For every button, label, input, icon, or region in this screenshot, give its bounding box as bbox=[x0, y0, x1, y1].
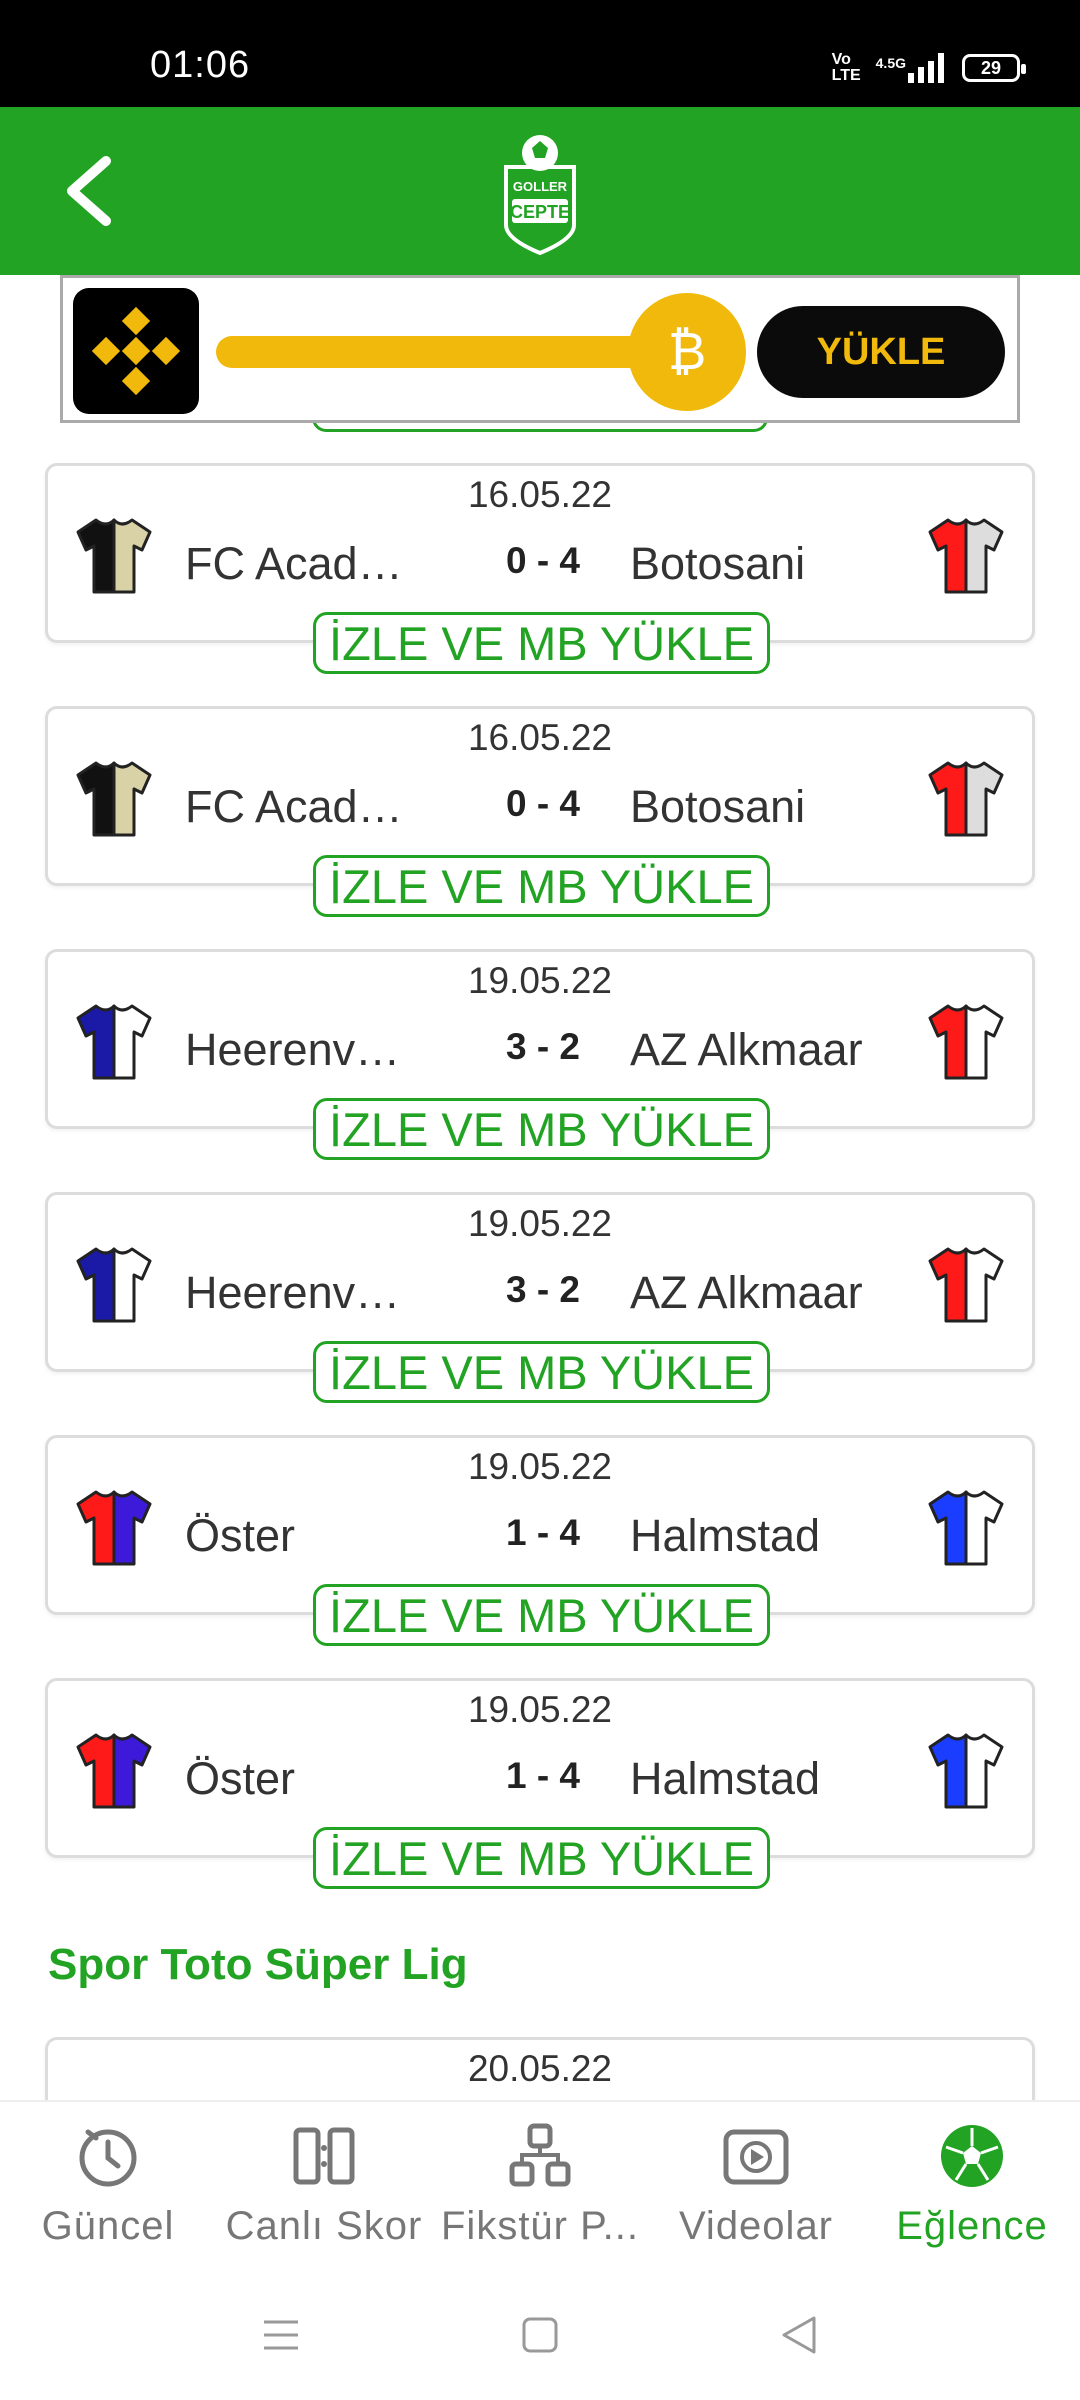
home-team-jersey-icon bbox=[76, 1490, 152, 1566]
away-team-jersey-icon bbox=[928, 1733, 1004, 1809]
match-score: 3 - 2 bbox=[505, 1026, 581, 1067]
match-date: 16.05.22 bbox=[467, 474, 613, 515]
live-score-icon bbox=[293, 2127, 355, 2185]
status-indicators: Vo LTE 4.5G 29 bbox=[831, 51, 1026, 84]
watch-and-download-button[interactable]: İZLE VE MB YÜKLE bbox=[313, 1584, 770, 1646]
home-team-jersey-icon bbox=[76, 761, 152, 837]
back-triangle-icon[interactable] bbox=[776, 2312, 822, 2358]
signal-icon bbox=[908, 53, 944, 83]
match-card[interactable]: 19.05.22 Heerenveen 3 - 2 AZ Alkmaar İZLE VE… bbox=[45, 1192, 1035, 1403]
bitcoin-icon: ₿ bbox=[628, 293, 746, 411]
clock-icon bbox=[79, 2129, 137, 2187]
match-card[interactable]: 19.05.22 Öster 1 - 4 Halmstad İZLE VE MB YÜK… bbox=[45, 1435, 1035, 1646]
goller-cepte-logo: GOLLER CEPTE bbox=[504, 135, 576, 256]
home-team-jersey-icon bbox=[76, 518, 152, 594]
away-team-name: AZ Alkmaar bbox=[630, 1267, 863, 1318]
match-score: 3 - 2 bbox=[505, 1269, 581, 1310]
match-date: 19.05.22 bbox=[467, 1689, 613, 1730]
logo-text-bottom: CEPTE bbox=[510, 202, 570, 222]
away-team-jersey-icon bbox=[928, 518, 1004, 594]
home-team-jersey-icon bbox=[76, 1733, 152, 1809]
ad-progress-track bbox=[216, 336, 696, 368]
svg-text:₿: ₿ bbox=[668, 322, 707, 382]
nav-item-videolar[interactable]: Videolar bbox=[648, 2122, 864, 2262]
league-section-title: Spor Toto Süper Lig bbox=[48, 1940, 468, 1989]
fixture-icon bbox=[509, 2123, 571, 2187]
app-bar: GOLLER CEPTE bbox=[0, 107, 1080, 275]
match-date: 19.05.22 bbox=[467, 1446, 613, 1487]
away-team-name: AZ Alkmaar bbox=[630, 1024, 863, 1075]
away-team-name: Botosani bbox=[630, 538, 806, 589]
nav-item-guncel[interactable]: Güncel bbox=[0, 2122, 216, 2262]
match-card[interactable]: 16.05.22 FC Academia Clinceni 0 - 4 Botosan… bbox=[45, 706, 1035, 917]
home-team-name: FC Academia Clinceni bbox=[185, 538, 425, 589]
match-score: 0 - 4 bbox=[505, 540, 581, 581]
away-team-name: Halmstad bbox=[630, 1753, 821, 1804]
match-date: 19.05.22 bbox=[467, 1203, 613, 1244]
home-icon[interactable] bbox=[517, 2312, 563, 2358]
home-team-name: Heerenveen bbox=[185, 1024, 425, 1075]
status-time: 01:06 bbox=[150, 44, 251, 86]
home-team-name: Öster bbox=[185, 1510, 296, 1561]
match-date: 19.05.22 bbox=[467, 960, 613, 1001]
home-team-name: Öster bbox=[185, 1753, 296, 1804]
battery-icon: 29 bbox=[962, 54, 1026, 82]
away-team-name: Halmstad bbox=[630, 1510, 821, 1561]
home-team-jersey-icon bbox=[76, 1247, 152, 1323]
match-card[interactable]: 19.05.22 Heerenveen 3 - 2 AZ Alkmaar İZLE VE… bbox=[45, 949, 1035, 1160]
match-card[interactable]: 19.05.22 Öster 1 - 4 Halmstad İZLE VE MB YÜK… bbox=[45, 1678, 1035, 1889]
away-team-jersey-icon bbox=[928, 1490, 1004, 1566]
back-arrow-icon[interactable] bbox=[56, 153, 126, 229]
nav-item-eglence[interactable]: Eğlence bbox=[864, 2122, 1080, 2262]
nav-label: Eğlence bbox=[896, 2204, 1048, 2248]
nav-label: Canlı Skor bbox=[225, 2204, 423, 2248]
away-team-jersey-icon bbox=[928, 1247, 1004, 1323]
match-score: 1 - 4 bbox=[505, 1755, 581, 1796]
status-bar: 01:06 Vo LTE 4.5G 29 bbox=[0, 0, 1080, 107]
menu-icon[interactable] bbox=[258, 2312, 304, 2358]
ad-banner[interactable]: ₿ YÜKLE bbox=[60, 275, 1020, 423]
nav-label: Videolar bbox=[678, 2204, 834, 2248]
watch-and-download-button[interactable]: İZLE VE MB YÜKLE bbox=[313, 612, 770, 674]
watch-and-download-button[interactable]: İZLE VE MB YÜKLE bbox=[313, 855, 770, 917]
watch-and-download-button[interactable]: İZLE VE MB YÜKLE bbox=[313, 1341, 770, 1403]
network-type: 4.5G bbox=[875, 55, 906, 71]
ad-install-button[interactable]: YÜKLE bbox=[757, 306, 1005, 398]
binance-logo-icon bbox=[73, 288, 199, 414]
match-date: 16.05.22 bbox=[467, 717, 613, 758]
match-card[interactable]: 16.05.22 FC Academia Clinceni 0 - 4 Botosan… bbox=[45, 463, 1035, 674]
away-team-name: Botosani bbox=[630, 781, 806, 832]
nav-label: Fikstür P... bbox=[441, 2204, 639, 2248]
bottom-navigation: Güncel Canlı Skor Fikstür P... Videolar bbox=[0, 2100, 1080, 2270]
nav-item-canli-skor[interactable]: Canlı Skor bbox=[216, 2122, 432, 2262]
home-team-name: Heerenveen bbox=[185, 1267, 425, 1318]
home-team-name: FC Academia Clinceni bbox=[185, 781, 425, 832]
video-play-icon bbox=[723, 2129, 789, 2185]
watch-and-download-button[interactable]: İZLE VE MB YÜKLE bbox=[313, 1827, 770, 1889]
home-team-jersey-icon bbox=[76, 1004, 152, 1080]
system-navigation-bar bbox=[0, 2270, 1080, 2400]
nav-item-fikstur[interactable]: Fikstür P... bbox=[432, 2122, 648, 2262]
away-team-jersey-icon bbox=[928, 1004, 1004, 1080]
match-score: 0 - 4 bbox=[505, 783, 581, 824]
match-score: 1 - 4 bbox=[505, 1512, 581, 1553]
logo-text-top: GOLLER bbox=[513, 179, 568, 194]
match-date: 20.05.22 bbox=[467, 2048, 613, 2089]
away-team-jersey-icon bbox=[928, 761, 1004, 837]
nav-label: Güncel bbox=[41, 2204, 175, 2248]
volte-indicator: Vo LTE bbox=[831, 51, 861, 84]
watch-and-download-button[interactable]: İZLE VE MB YÜKLE bbox=[313, 1098, 770, 1160]
football-icon bbox=[941, 2125, 1003, 2187]
